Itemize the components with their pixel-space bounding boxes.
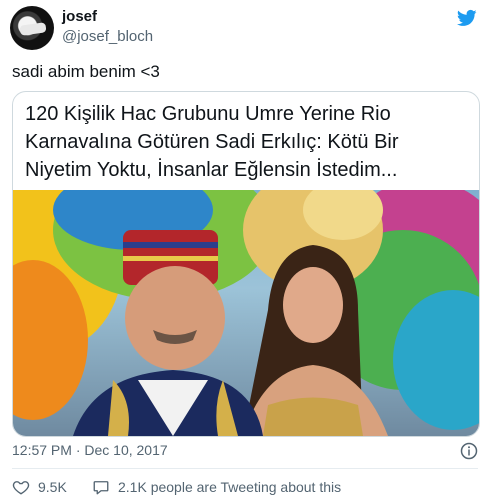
author-name[interactable]: josef bbox=[62, 8, 97, 25]
card-title-line: 120 Kişilik Hac Grubunu Umre Yerine Rio bbox=[25, 103, 391, 125]
twitter-bird-icon[interactable] bbox=[456, 8, 478, 28]
info-icon[interactable] bbox=[460, 442, 478, 460]
like-count: 9.5K bbox=[38, 479, 67, 495]
author-handle[interactable]: @josef_bloch bbox=[62, 28, 153, 45]
tweet-text: sadi abim benim <3 bbox=[12, 62, 160, 81]
link-card[interactable]: 120 Kişilik Hac Grubunu Umre Yerine Rio … bbox=[12, 91, 480, 437]
card-title-line: Karnavalına Götüren Sadi Erkılıç: Kötü B… bbox=[25, 131, 399, 153]
speech-bubble-icon bbox=[93, 481, 109, 495]
tweeting-about-button[interactable]: 2.1K people are Tweeting about this bbox=[92, 478, 341, 496]
tweet-timestamp[interactable]: 12:57 PM · Dec 10, 2017 bbox=[12, 442, 168, 458]
card-photo[interactable] bbox=[13, 190, 479, 436]
avatar[interactable] bbox=[10, 6, 54, 50]
heart-icon bbox=[12, 481, 30, 495]
divider bbox=[12, 468, 478, 469]
card-title[interactable]: 120 Kişilik Hac Grubunu Umre Yerine Rio … bbox=[25, 100, 465, 184]
tweet-header: josef @josef_bloch bbox=[10, 6, 480, 52]
card-title-line: Niyetim Yoktu, İnsanlar Eğlensin İstedim… bbox=[25, 159, 398, 181]
carnival-photo-illustration bbox=[13, 190, 479, 436]
like-button[interactable]: 9.5K bbox=[12, 478, 67, 496]
tweeting-about-text: 2.1K people are Tweeting about this bbox=[118, 479, 342, 495]
